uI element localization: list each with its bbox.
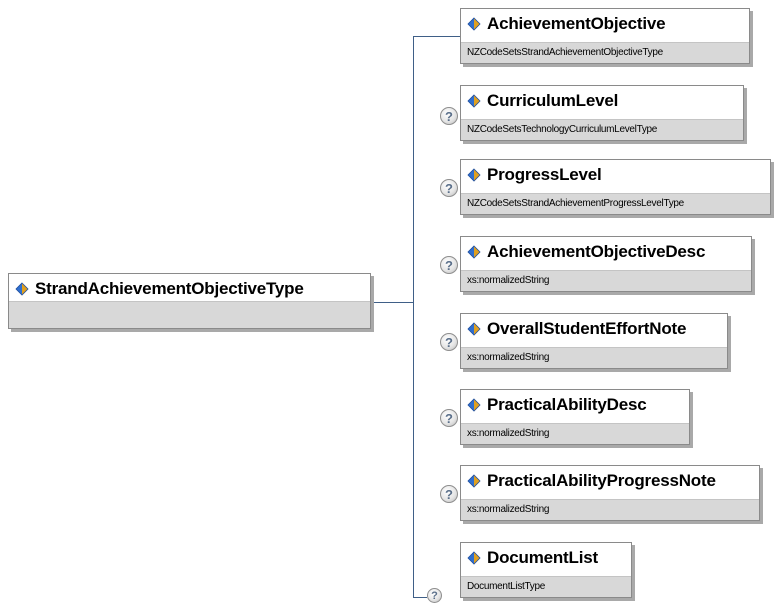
child-element-name: AchievementObjective xyxy=(487,14,666,33)
child-element-header: ProgressLevel xyxy=(461,160,770,190)
child-element-header: CurriculumLevel xyxy=(461,86,743,116)
connector-root xyxy=(371,302,413,303)
child-element-type: xs:normalizedString xyxy=(461,270,751,291)
child-element-practical-ability-desc[interactable]: PracticalAbilityDesc xs:normalizedString xyxy=(460,389,690,445)
child-element-achievement-objective-desc[interactable]: AchievementObjectiveDesc xs:normalizedSt… xyxy=(460,236,752,292)
child-element-header: OverallStudentEffortNote xyxy=(461,314,727,344)
child-element-name: DocumentList xyxy=(487,548,598,567)
connector-child-8 xyxy=(413,597,427,598)
child-element-document-list[interactable]: DocumentList DocumentListType xyxy=(460,542,632,598)
child-element-overall-student-effort-note[interactable]: OverallStudentEffortNote xs:normalizedSt… xyxy=(460,313,728,369)
child-element-type: NZCodeSetsStrandAchievementObjectiveType xyxy=(461,42,749,63)
root-element-name: StrandAchievementObjectiveType xyxy=(35,279,304,298)
connector-vertical xyxy=(413,36,414,598)
element-icon xyxy=(467,17,481,31)
element-icon xyxy=(467,398,481,412)
element-icon xyxy=(467,551,481,565)
child-element-type: NZCodeSetsTechnologyCurriculumLevelType xyxy=(461,119,743,140)
child-element-header: AchievementObjectiveDesc xyxy=(461,237,751,267)
child-element-name: CurriculumLevel xyxy=(487,91,619,110)
element-icon xyxy=(467,322,481,336)
root-element-box[interactable]: StrandAchievementObjectiveType xyxy=(8,273,371,329)
child-element-name: ProgressLevel xyxy=(487,165,602,184)
optional-help-icon[interactable]: ? xyxy=(440,409,458,427)
element-icon xyxy=(467,474,481,488)
child-element-name: PracticalAbilityProgressNote xyxy=(487,471,716,490)
optional-help-icon[interactable]: ? xyxy=(440,179,458,197)
child-element-name: PracticalAbilityDesc xyxy=(487,395,647,414)
child-element-type: xs:normalizedString xyxy=(461,423,689,444)
child-element-curriculum-level[interactable]: CurriculumLevel NZCodeSetsTechnologyCurr… xyxy=(460,85,744,141)
child-element-header: PracticalAbilityDesc xyxy=(461,390,689,420)
child-element-header: DocumentList xyxy=(461,543,631,573)
root-element-type xyxy=(9,301,370,328)
child-element-type: xs:normalizedString xyxy=(461,347,727,368)
root-element-header: StrandAchievementObjectiveType xyxy=(9,274,370,304)
element-icon xyxy=(467,94,481,108)
child-element-header: AchievementObjective xyxy=(461,9,749,39)
child-element-achievement-objective[interactable]: AchievementObjective NZCodeSetsStrandAch… xyxy=(460,8,750,64)
child-element-header: PracticalAbilityProgressNote xyxy=(461,466,759,496)
element-icon xyxy=(467,245,481,259)
optional-help-icon[interactable]: ? xyxy=(440,256,458,274)
child-element-name: OverallStudentEffortNote xyxy=(487,319,687,338)
child-element-practical-ability-progress-note[interactable]: PracticalAbilityProgressNote xs:normaliz… xyxy=(460,465,760,521)
optional-help-icon[interactable]: ? xyxy=(440,107,458,125)
optional-help-icon[interactable]: ? xyxy=(440,333,458,351)
child-element-type: NZCodeSetsStrandAchievementProgressLevel… xyxy=(461,193,770,214)
child-element-type: DocumentListType xyxy=(461,576,631,597)
optional-help-icon[interactable]: ? xyxy=(440,485,458,503)
element-icon xyxy=(15,282,29,296)
element-icon xyxy=(467,168,481,182)
child-element-type: xs:normalizedString xyxy=(461,499,759,520)
child-element-name: AchievementObjectiveDesc xyxy=(487,242,706,261)
connector-child-1 xyxy=(413,36,460,37)
child-element-progress-level[interactable]: ProgressLevel NZCodeSetsStrandAchievemen… xyxy=(460,159,771,215)
